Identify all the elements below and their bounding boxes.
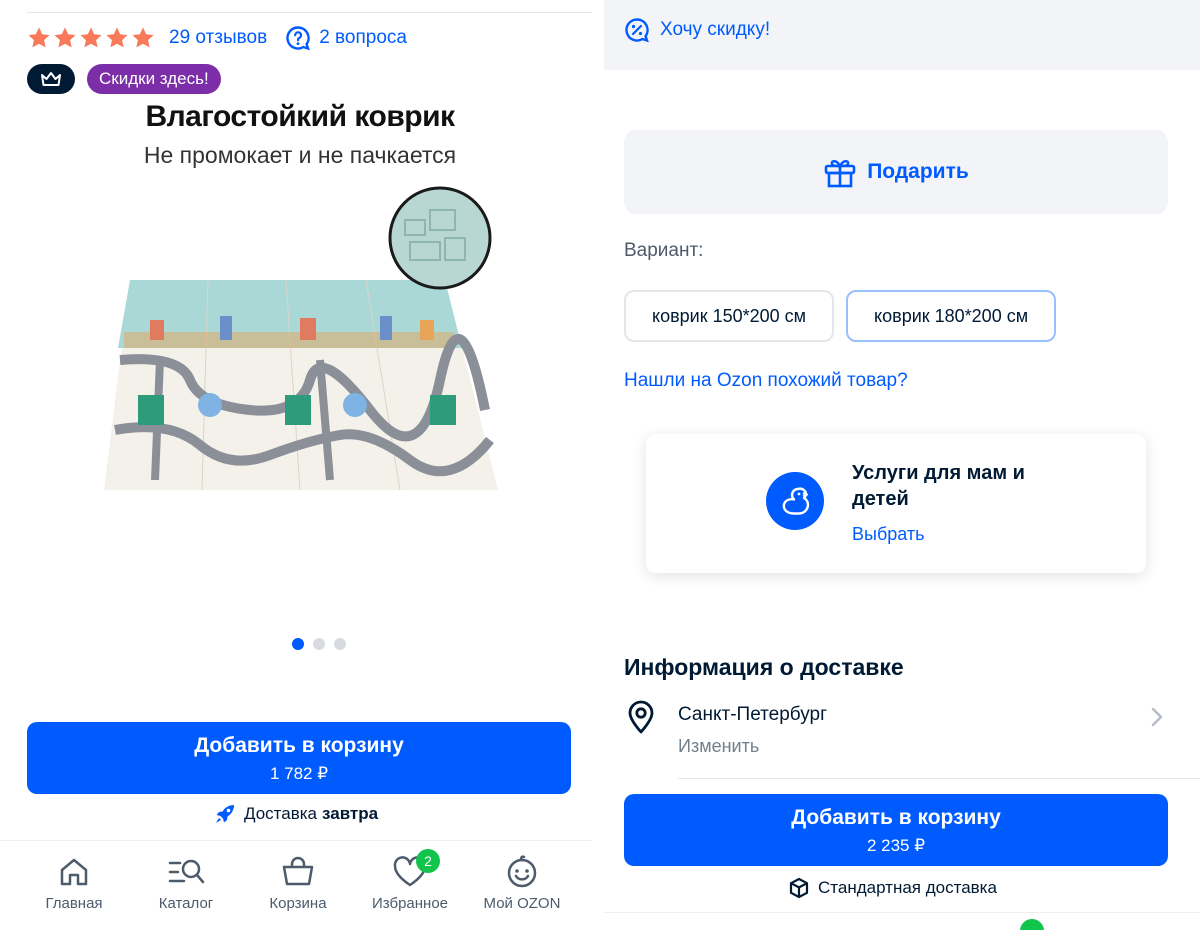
bottom-nav-peek [604, 912, 1200, 930]
divider [27, 12, 592, 13]
nav-cart[interactable]: Корзина [242, 841, 354, 930]
variant-option[interactable]: коврик 150*200 см [624, 290, 835, 342]
bottom-nav: Главная Каталог Корзина 2 Избранное Мой … [0, 840, 592, 930]
delivery-label: Доставка [244, 804, 318, 823]
delivery-location-row[interactable]: Санкт-Петербург Изменить [624, 700, 1180, 780]
product-image-subtitle: Не промокает и не пачкается [143, 142, 457, 168]
services-card[interactable]: Услуги для мам и детей Выбрать [646, 434, 1146, 573]
delivery-when: завтра [322, 804, 379, 823]
duck-icon [766, 472, 824, 530]
nav-label: Главная [45, 895, 103, 912]
star-icon [80, 27, 102, 48]
discount-label: Хочу скидку! [660, 19, 771, 40]
nav-label: Мой OZON [483, 895, 561, 912]
badges: Скидки здесь! [27, 64, 221, 94]
price: 1 782 ₽ [269, 764, 329, 783]
gift-label: Подарить [867, 160, 969, 183]
services-title: Услуги для мам и детей [852, 462, 1025, 510]
nav-my-ozon[interactable]: Мой OZON [466, 841, 578, 930]
delivery-note: Стандартная доставка [788, 877, 997, 899]
discount-banner[interactable]: Хочу скидку! [604, 0, 1200, 70]
delivery-info-title: Информация о доставке [624, 654, 904, 680]
product-image-title: Влагостойкий коврик [145, 100, 455, 133]
basket-icon [282, 856, 314, 886]
star-icon [106, 27, 128, 48]
change-city-link[interactable]: Изменить [678, 736, 759, 757]
delivery-label: Стандартная доставка [818, 878, 997, 897]
star-icon [28, 27, 50, 48]
question-bubble-icon[interactable] [285, 25, 311, 51]
variant-label: Вариант: [624, 240, 704, 261]
discount-bubble-icon [625, 18, 649, 43]
discount-badge[interactable]: Скидки здесь! [87, 64, 221, 94]
star-icon [54, 27, 76, 48]
carousel-dot[interactable] [334, 638, 346, 650]
variant-selector: коврик 150*200 см коврик 180*200 см [624, 290, 1057, 342]
smiley-icon [507, 855, 537, 888]
add-to-cart-button[interactable]: Добавить в корзину 1 782 ₽ [27, 722, 571, 794]
rating-stars[interactable] [27, 26, 155, 50]
box-icon [789, 877, 809, 899]
nav-label: Избранное [371, 895, 449, 912]
add-to-cart-button[interactable]: Добавить в корзину 2 235 ₽ [624, 794, 1168, 866]
variant-option-selected[interactable]: коврик 180*200 см [846, 290, 1057, 342]
nav-home[interactable]: Главная [18, 841, 130, 930]
nav-label: Корзина [269, 895, 327, 912]
similar-product-link[interactable]: Нашли на Ozon похожий товар? [624, 370, 908, 392]
delivery-city: Санкт-Петербург [678, 704, 828, 725]
nav-label: Каталог [158, 895, 214, 912]
services-select-link[interactable]: Выбрать [852, 524, 925, 545]
product-image[interactable] [100, 180, 510, 500]
carousel-dot[interactable] [313, 638, 325, 650]
right-screen: Хочу скидку! Подарить Вариант: коврик 15… [604, 0, 1200, 930]
rocket-icon [216, 805, 234, 823]
rating-row: 29 отзывов 2 вопроса [27, 24, 407, 52]
add-to-cart-label: Добавить в корзину [791, 806, 1001, 829]
gift-icon [824, 160, 856, 188]
favorites-count-badge: 2 [416, 849, 440, 873]
nav-favorites[interactable]: 2 Избранное [354, 841, 466, 930]
home-icon [60, 858, 88, 886]
carousel-dots[interactable] [292, 638, 346, 650]
carousel-dot[interactable] [292, 638, 304, 650]
questions-link[interactable]: 2 вопроса [319, 27, 407, 49]
left-screen: 29 отзывов 2 вопроса Скидки здесь! Влаго… [0, 0, 592, 930]
crown-icon [41, 72, 61, 86]
reviews-link[interactable]: 29 отзывов [169, 27, 267, 49]
location-pin-icon [628, 700, 654, 734]
add-to-cart-label: Добавить в корзину [194, 734, 404, 757]
screen-separator [592, 0, 604, 930]
price: 2 235 ₽ [866, 836, 926, 855]
chevron-right-icon [1151, 707, 1163, 727]
divider [678, 778, 1200, 779]
star-icon [132, 27, 154, 48]
delivery-note: Доставка завтра [214, 803, 378, 825]
premium-badge[interactable] [27, 64, 75, 94]
gift-button[interactable]: Подарить [624, 130, 1168, 214]
catalog-search-icon [168, 859, 205, 884]
nav-catalog[interactable]: Каталог [130, 841, 242, 930]
